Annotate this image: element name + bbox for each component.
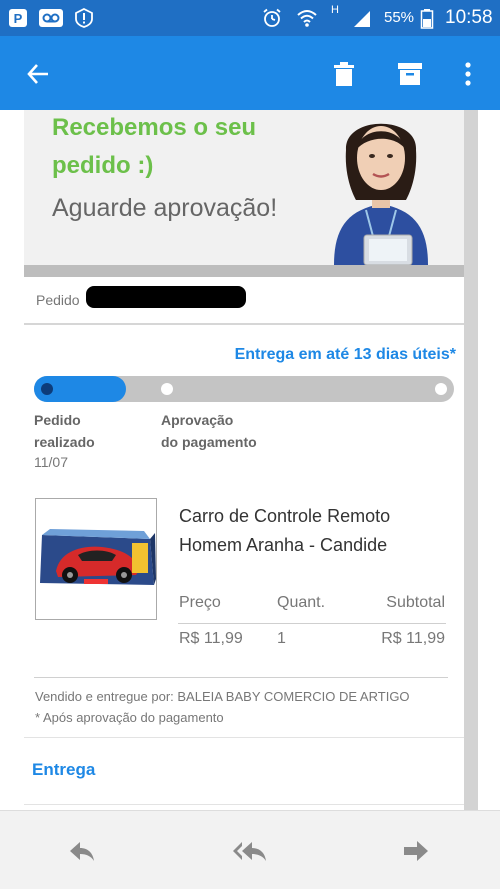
quantity-header: Quant.: [277, 594, 326, 611]
reply-all-icon: [233, 842, 266, 861]
forward-arrow-icon: [404, 841, 428, 861]
subtotal-value: R$ 11,99: [381, 630, 445, 647]
step-1-marker: [41, 383, 53, 395]
battery-percent: 55%: [384, 9, 415, 26]
subtotal-header: Subtotal: [386, 594, 445, 611]
toy-car-box-picture: [40, 529, 156, 585]
delete-button[interactable]: [324, 54, 364, 94]
archive-button[interactable]: [390, 54, 430, 94]
product-image[interactable]: [35, 498, 157, 620]
delivery-section-title: Entrega: [32, 760, 96, 779]
seller-divider: [34, 677, 448, 678]
reply-button[interactable]: [62, 837, 102, 865]
delivery-estimate: Entrega em até 13 dias úteis*: [234, 346, 456, 363]
step-1-line2: realizado: [34, 434, 95, 450]
seller-info: Vendido e entregue por: BALEIA BABY COME…: [35, 689, 410, 704]
banner-title-line1: Recebemos o seu: [52, 114, 257, 141]
redacted-order-number: [86, 286, 246, 308]
reply-icon: [70, 842, 94, 861]
status-bar: P H 55% 10:58: [0, 0, 500, 36]
right-margin: [464, 110, 478, 810]
svg-text:P: P: [14, 11, 23, 26]
section-divider: [24, 737, 464, 738]
archive-icon: [398, 63, 422, 85]
app-bar: [0, 36, 500, 110]
banner-subtitle: Aguarde aprovação!: [52, 194, 278, 222]
banner-divider: [24, 265, 464, 277]
step-2-label: Aprovação do pagamento: [161, 409, 257, 453]
order-label: Pedido: [36, 292, 80, 308]
confirmation-banner: Recebemos o seu pedido :) Aguarde aprova…: [24, 110, 464, 265]
section-divider-2: [24, 804, 464, 805]
alert-icon: [74, 7, 94, 28]
quantity-value: 1: [277, 630, 286, 647]
banner-title-line2: pedido :): [52, 152, 154, 179]
step-1-date: 11/07: [34, 454, 68, 470]
battery-icon: [420, 8, 434, 29]
network-type-label: H: [331, 4, 339, 16]
wifi-icon: [296, 8, 318, 28]
step-1-label: Pedido realizado: [34, 409, 95, 453]
price-divider: [178, 623, 446, 624]
bottom-action-bar: [0, 810, 500, 889]
forward-button[interactable]: [396, 837, 436, 865]
alarm-icon: [262, 8, 282, 28]
left-margin: [0, 110, 24, 810]
order-number-row: Pedido: [24, 277, 464, 325]
step-2-line1: Aprovação: [161, 412, 234, 428]
product-name-line1: Carro de Controle Remoto: [179, 506, 391, 526]
product-name[interactable]: Carro de Controle Remoto Homem Aranha - …: [179, 502, 439, 560]
back-button[interactable]: [18, 54, 58, 94]
back-arrow-icon: [27, 64, 48, 84]
reply-all-button[interactable]: [228, 837, 272, 865]
email-body[interactable]: Recebemos o seu pedido :) Aguarde aprova…: [0, 110, 500, 810]
more-vert-icon: [465, 62, 471, 86]
more-options-button[interactable]: [448, 54, 488, 94]
trash-icon: [334, 62, 354, 86]
step-2-marker: [161, 383, 173, 395]
price-value: R$ 11,99: [179, 630, 243, 647]
order-progress-bar: [34, 376, 454, 402]
step-1-line1: Pedido: [34, 412, 81, 428]
price-header: Preço: [179, 594, 221, 611]
clock: 10:58: [445, 7, 493, 28]
notification-p-icon: P: [8, 8, 28, 28]
payment-note: * Após aprovação do pagamento: [35, 710, 224, 725]
voicemail-icon: [38, 8, 64, 28]
product-name-line2: Homem Aranha - Candide: [179, 535, 388, 555]
signal-icon: [352, 8, 372, 28]
step-3-marker: [435, 383, 447, 395]
assistant-illustration: [334, 123, 428, 265]
step-2-line2: do pagamento: [161, 434, 257, 450]
